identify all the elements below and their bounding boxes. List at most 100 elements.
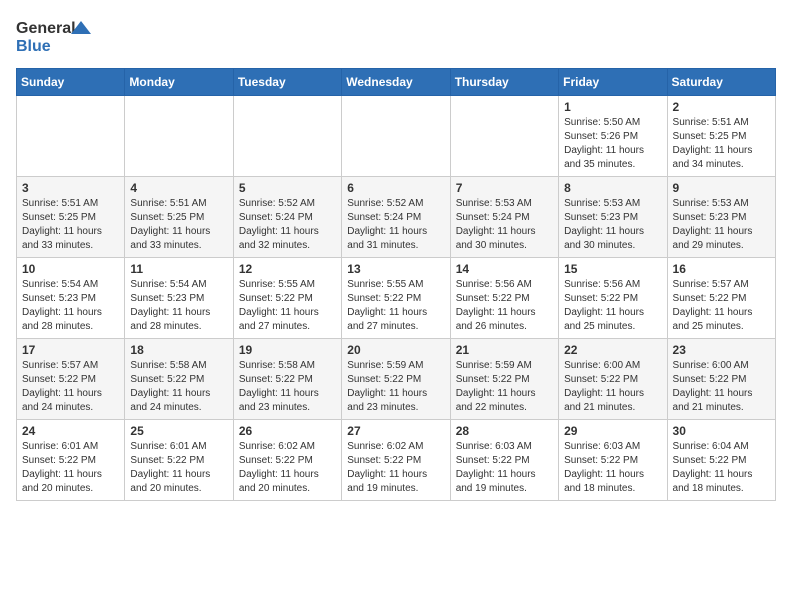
day-number: 25	[130, 424, 227, 438]
day-info: Sunrise: 5:59 AMSunset: 5:22 PMDaylight:…	[347, 359, 444, 415]
day-info: Sunrise: 5:51 AMSunset: 5:25 PMDaylight:…	[22, 197, 119, 253]
logo-icon: GeneralBlue	[16, 16, 96, 56]
day-number: 7	[456, 181, 553, 195]
day-info: Sunrise: 5:58 AMSunset: 5:22 PMDaylight:…	[130, 359, 227, 415]
week-row-5: 24 Sunrise: 6:01 AMSunset: 5:22 PMDayligh…	[17, 420, 776, 501]
day-info: Sunrise: 5:50 AMSunset: 5:26 PMDaylight:…	[564, 116, 661, 172]
calendar-cell: 11 Sunrise: 5:54 AMSunset: 5:23 PMDayligh…	[125, 258, 233, 339]
day-info: Sunrise: 5:57 AMSunset: 5:22 PMDaylight:…	[22, 359, 119, 415]
calendar-cell: 29 Sunrise: 6:03 AMSunset: 5:22 PMDayligh…	[559, 420, 667, 501]
day-info: Sunrise: 6:03 AMSunset: 5:22 PMDaylight:…	[456, 440, 553, 496]
day-info: Sunrise: 5:55 AMSunset: 5:22 PMDaylight:…	[239, 278, 336, 334]
day-number: 5	[239, 181, 336, 195]
day-info: Sunrise: 5:56 AMSunset: 5:22 PMDaylight:…	[564, 278, 661, 334]
day-number: 1	[564, 100, 661, 114]
calendar-cell: 4 Sunrise: 5:51 AMSunset: 5:25 PMDaylight…	[125, 177, 233, 258]
day-info: Sunrise: 5:57 AMSunset: 5:22 PMDaylight:…	[673, 278, 770, 334]
day-info: Sunrise: 5:52 AMSunset: 5:24 PMDaylight:…	[347, 197, 444, 253]
calendar-cell	[125, 96, 233, 177]
header-wednesday: Wednesday	[342, 69, 450, 96]
calendar-cell: 19 Sunrise: 5:58 AMSunset: 5:22 PMDayligh…	[233, 339, 341, 420]
day-info: Sunrise: 5:54 AMSunset: 5:23 PMDaylight:…	[130, 278, 227, 334]
day-number: 2	[673, 100, 770, 114]
calendar-cell: 22 Sunrise: 6:00 AMSunset: 5:22 PMDayligh…	[559, 339, 667, 420]
calendar-cell: 1 Sunrise: 5:50 AMSunset: 5:26 PMDaylight…	[559, 96, 667, 177]
calendar-cell: 21 Sunrise: 5:59 AMSunset: 5:22 PMDayligh…	[450, 339, 558, 420]
day-number: 12	[239, 262, 336, 276]
day-info: Sunrise: 5:59 AMSunset: 5:22 PMDaylight:…	[456, 359, 553, 415]
calendar-cell: 6 Sunrise: 5:52 AMSunset: 5:24 PMDaylight…	[342, 177, 450, 258]
day-number: 13	[347, 262, 444, 276]
calendar-cell: 30 Sunrise: 6:04 AMSunset: 5:22 PMDayligh…	[667, 420, 775, 501]
header-friday: Friday	[559, 69, 667, 96]
calendar-cell: 9Sunrise: 5:53 AMSunset: 5:23 PMDaylight…	[667, 177, 775, 258]
day-info: Sunrise: 6:00 AMSunset: 5:22 PMDaylight:…	[673, 359, 770, 415]
calendar-cell: 27 Sunrise: 6:02 AMSunset: 5:22 PMDayligh…	[342, 420, 450, 501]
calendar-cell: 7Sunrise: 5:53 AMSunset: 5:24 PMDaylight…	[450, 177, 558, 258]
day-info: Sunrise: 6:02 AMSunset: 5:22 PMDaylight:…	[347, 440, 444, 496]
day-number: 21	[456, 343, 553, 357]
calendar-cell	[342, 96, 450, 177]
calendar-cell: 17 Sunrise: 5:57 AMSunset: 5:22 PMDayligh…	[17, 339, 125, 420]
day-number: 10	[22, 262, 119, 276]
day-info: Sunrise: 5:53 AMSunset: 5:23 PMDaylight:…	[564, 197, 661, 253]
day-number: 17	[22, 343, 119, 357]
day-info: Sunrise: 6:01 AMSunset: 5:22 PMDaylight:…	[130, 440, 227, 496]
calendar-cell: 16 Sunrise: 5:57 AMSunset: 5:22 PMDayligh…	[667, 258, 775, 339]
day-number: 19	[239, 343, 336, 357]
calendar-cell: 8 Sunrise: 5:53 AMSunset: 5:23 PMDaylight…	[559, 177, 667, 258]
day-number: 24	[22, 424, 119, 438]
day-number: 6	[347, 181, 444, 195]
day-info: Sunrise: 6:00 AMSunset: 5:22 PMDaylight:…	[564, 359, 661, 415]
calendar-cell	[450, 96, 558, 177]
header-sunday: Sunday	[17, 69, 125, 96]
calendar-cell: 28Sunrise: 6:03 AMSunset: 5:22 PMDayligh…	[450, 420, 558, 501]
day-info: Sunrise: 5:52 AMSunset: 5:24 PMDaylight:…	[239, 197, 336, 253]
calendar-cell: 2 Sunrise: 5:51 AMSunset: 5:25 PMDaylight…	[667, 96, 775, 177]
day-info: Sunrise: 5:51 AMSunset: 5:25 PMDaylight:…	[673, 116, 770, 172]
calendar-cell: 10Sunrise: 5:54 AMSunset: 5:23 PMDayligh…	[17, 258, 125, 339]
day-number: 23	[673, 343, 770, 357]
logo: GeneralBlue	[16, 16, 96, 56]
day-number: 16	[673, 262, 770, 276]
day-number: 26	[239, 424, 336, 438]
calendar-cell: 23 Sunrise: 6:00 AMSunset: 5:22 PMDayligh…	[667, 339, 775, 420]
calendar-cell: 26 Sunrise: 6:02 AMSunset: 5:22 PMDayligh…	[233, 420, 341, 501]
calendar-cell: 15 Sunrise: 5:56 AMSunset: 5:22 PMDayligh…	[559, 258, 667, 339]
week-row-2: 3 Sunrise: 5:51 AMSunset: 5:25 PMDaylight…	[17, 177, 776, 258]
calendar-cell: 12 Sunrise: 5:55 AMSunset: 5:22 PMDayligh…	[233, 258, 341, 339]
day-number: 3	[22, 181, 119, 195]
week-row-1: 1 Sunrise: 5:50 AMSunset: 5:26 PMDaylight…	[17, 96, 776, 177]
day-number: 4	[130, 181, 227, 195]
day-info: Sunrise: 5:58 AMSunset: 5:22 PMDaylight:…	[239, 359, 336, 415]
day-number: 8	[564, 181, 661, 195]
calendar-cell: 5 Sunrise: 5:52 AMSunset: 5:24 PMDaylight…	[233, 177, 341, 258]
day-info: Sunrise: 5:55 AMSunset: 5:22 PMDaylight:…	[347, 278, 444, 334]
day-info: Sunrise: 5:51 AMSunset: 5:25 PMDaylight:…	[130, 197, 227, 253]
day-info: Sunrise: 5:53 AMSunset: 5:23 PMDaylight:…	[673, 197, 770, 253]
day-number: 30	[673, 424, 770, 438]
calendar-header-row: SundayMondayTuesdayWednesdayThursdayFrid…	[17, 69, 776, 96]
day-number: 27	[347, 424, 444, 438]
calendar-cell	[233, 96, 341, 177]
day-number: 14	[456, 262, 553, 276]
day-info: Sunrise: 6:01 AMSunset: 5:22 PMDaylight:…	[22, 440, 119, 496]
day-info: Sunrise: 6:04 AMSunset: 5:22 PMDaylight:…	[673, 440, 770, 496]
svg-text:Blue: Blue	[16, 38, 51, 55]
header-monday: Monday	[125, 69, 233, 96]
calendar-cell	[17, 96, 125, 177]
calendar-table: SundayMondayTuesdayWednesdayThursdayFrid…	[16, 68, 776, 501]
day-number: 20	[347, 343, 444, 357]
calendar-cell: 14Sunrise: 5:56 AMSunset: 5:22 PMDayligh…	[450, 258, 558, 339]
day-info: Sunrise: 6:03 AMSunset: 5:22 PMDaylight:…	[564, 440, 661, 496]
day-info: Sunrise: 6:02 AMSunset: 5:22 PMDaylight:…	[239, 440, 336, 496]
day-number: 29	[564, 424, 661, 438]
calendar-cell: 3 Sunrise: 5:51 AMSunset: 5:25 PMDaylight…	[17, 177, 125, 258]
day-number: 22	[564, 343, 661, 357]
calendar-cell: 13 Sunrise: 5:55 AMSunset: 5:22 PMDayligh…	[342, 258, 450, 339]
day-number: 15	[564, 262, 661, 276]
day-number: 11	[130, 262, 227, 276]
svg-text:General: General	[16, 20, 76, 37]
calendar-cell: 18Sunrise: 5:58 AMSunset: 5:22 PMDayligh…	[125, 339, 233, 420]
page-header: GeneralBlue	[16, 16, 776, 56]
